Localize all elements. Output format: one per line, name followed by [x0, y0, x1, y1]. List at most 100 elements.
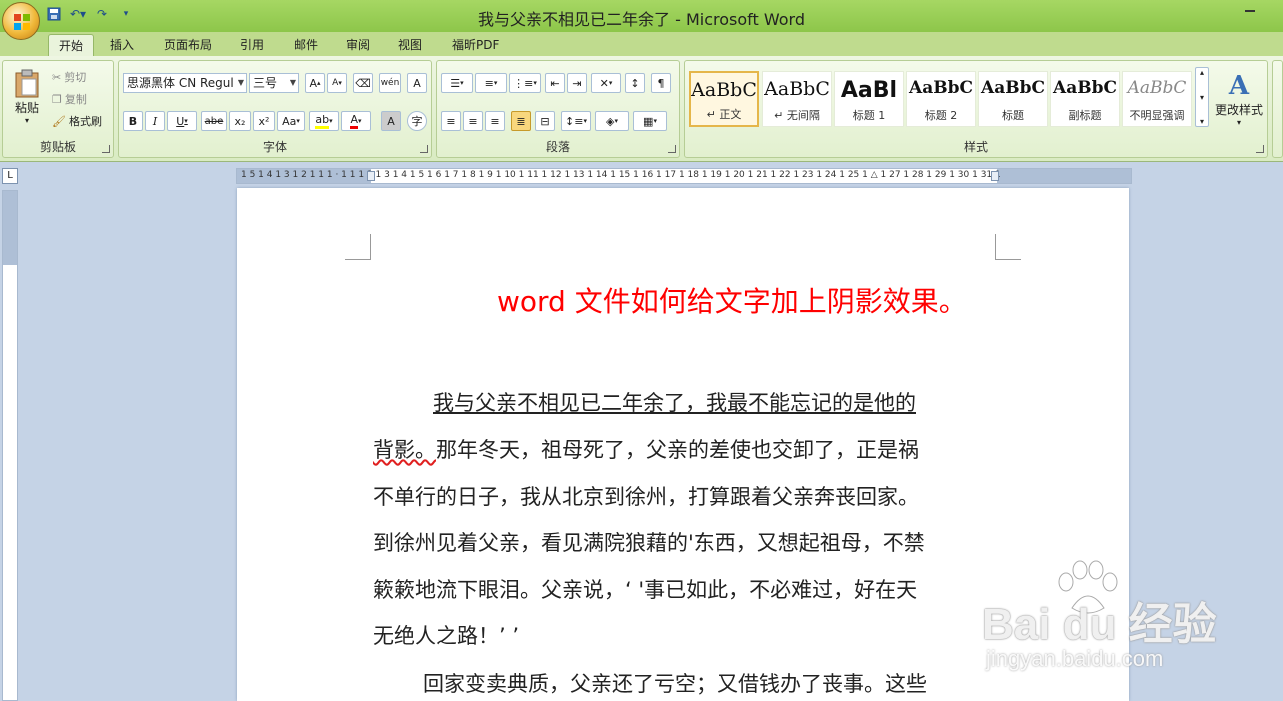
subscript-button[interactable]: x₂ [229, 111, 251, 131]
highlight-color-button[interactable]: ab ▾ [309, 111, 339, 131]
cut-label: 剪切 [64, 71, 87, 84]
style-heading-1[interactable]: AaBl 标题 1 [834, 71, 904, 127]
increase-indent-icon[interactable]: ⇥ [567, 73, 587, 93]
justify-icon[interactable]: ≣ [511, 111, 531, 131]
clear-format-icon[interactable]: ⌫ [353, 73, 373, 93]
title-bar: ↶▾ ↷ ▾ 我与父亲不相见已二年余了 - Microsoft Word [0, 0, 1283, 32]
style-no-spacing[interactable]: AaBbC ↵ 无间隔 [762, 71, 832, 127]
tab-selector[interactable]: L [2, 168, 18, 184]
font-name-combo[interactable]: 思源黑体 CN Regul ▼ [123, 73, 247, 93]
style-sample: AaBbC [909, 78, 973, 98]
style-label: 标题 [1002, 109, 1024, 122]
ruler-numbers: 1 5 1 4 1 3 1 2 1 1 1 · 1 1 1 2 1 3 1 4 … [241, 170, 1001, 180]
line-spacing-button[interactable]: ↕≡ ▾ [561, 111, 591, 131]
tab-foxit-pdf[interactable]: 福昕PDF [442, 34, 509, 56]
paste-button[interactable]: 粘贴 ▾ [7, 65, 47, 129]
change-styles-button[interactable]: A 更改样式 ▾ [1213, 65, 1265, 133]
clipboard-icon [15, 69, 39, 98]
change-case-button[interactable]: Aa ▾ [277, 111, 305, 131]
clipboard-group-label: 剪贴板 [39, 140, 76, 154]
align-right-icon[interactable]: ≡ [485, 111, 505, 131]
margin-corner-right [995, 234, 1021, 260]
underline-button[interactable]: U ▾ [167, 111, 197, 131]
shading-button[interactable]: ◈ ▾ [595, 111, 629, 131]
clipboard-launcher[interactable] [102, 145, 110, 153]
minimize-button[interactable] [1245, 10, 1255, 12]
format-painter-label: 格式刷 [68, 115, 102, 128]
sort-icon[interactable]: ↕ [625, 73, 645, 93]
char-shading-button[interactable]: A [381, 111, 401, 131]
spell-error-text: 背影。 [373, 438, 436, 462]
copy-label: 复制 [64, 93, 87, 106]
tab-review[interactable]: 审阅 [336, 34, 380, 56]
font-launcher[interactable] [420, 145, 428, 153]
format-painter-button[interactable]: 🖌 格式刷 [51, 111, 113, 131]
style-subtitle[interactable]: AaBbC 副标题 [1050, 71, 1120, 127]
style-label: ↵ 无间隔 [774, 109, 820, 122]
style-sample: AaBbC [1053, 78, 1117, 98]
multilevel-list-button[interactable]: ⋮≡ ▾ [509, 73, 541, 93]
cut-button[interactable]: ✂ 剪切 [51, 67, 111, 87]
chinese-layout-button[interactable]: ✕ ▾ [591, 73, 621, 93]
vertical-ruler[interactable] [2, 190, 18, 701]
grow-font-button[interactable]: A ▴ [305, 73, 325, 93]
numbering-button[interactable]: ≡ ▾ [475, 73, 507, 93]
horizontal-ruler[interactable]: 1 5 1 4 1 3 1 2 1 1 1 · 1 1 1 2 1 3 1 4 … [236, 168, 1132, 184]
style-normal[interactable]: AaBbC ↵ 正文 [689, 71, 759, 127]
paragraph-group-label: 段落 [545, 140, 570, 154]
align-center-icon[interactable]: ≡ [463, 111, 483, 131]
style-title[interactable]: AaBbC 标题 [978, 71, 1048, 127]
superscript-button[interactable]: x² [253, 111, 275, 131]
clipboard-group: 粘贴 ▾ ✂ 剪切 ❐ 复制 🖌 格式刷 剪贴板 [2, 60, 114, 158]
bold-button[interactable]: B [123, 111, 143, 131]
phonetic-guide-icon[interactable]: wén [379, 73, 401, 93]
styles-scroll[interactable]: ▴ ▾ ▾ [1195, 67, 1209, 127]
paragraph-line-2: 背影。那年冬天，祖母死了，父亲的差使也交卸了，正是祸 [373, 435, 993, 465]
style-subtle-emphasis[interactable]: AaBbC 不明显强调 [1122, 71, 1192, 127]
change-styles-label: 更改样式 [1214, 103, 1263, 117]
borders-button[interactable]: ▦ ▾ [633, 111, 667, 131]
show-marks-icon[interactable]: ¶ [651, 73, 671, 93]
ribbon-tabs: 开始 插入 页面布局 引用 邮件 审阅 视图 福昕PDF [0, 32, 1283, 56]
paragraph-line-6: 无绝人之路！’ ’ [373, 624, 520, 648]
paragraph-line-7: 回家变卖典质，父亲还了亏空；又借钱办了丧事。这些 [423, 672, 927, 696]
right-indent-marker[interactable] [991, 171, 999, 181]
tab-mailings[interactable]: 邮件 [284, 34, 328, 56]
paragraph-launcher[interactable] [668, 145, 676, 153]
ruler-margin-top [3, 191, 17, 265]
style-sample: AaBl [840, 78, 898, 103]
office-button[interactable] [2, 2, 40, 40]
strikethrough-button[interactable]: abe [201, 111, 227, 131]
tab-home[interactable]: 开始 [48, 34, 95, 56]
tab-references[interactable]: 引用 [230, 34, 274, 56]
chinese-layout-icon: ✕ [599, 76, 609, 90]
tab-insert[interactable]: 插入 [100, 34, 144, 56]
tab-view[interactable]: 视图 [388, 34, 432, 56]
style-label: 标题 2 [924, 109, 958, 122]
style-heading-2[interactable]: AaBbC 标题 2 [906, 71, 976, 127]
chevron-down-icon: ▼ [237, 78, 244, 87]
copy-button[interactable]: ❐ 复制 [51, 89, 111, 109]
decrease-indent-icon[interactable]: ⇤ [545, 73, 565, 93]
chevron-up-icon: ▴ [1199, 68, 1204, 77]
bullets-button[interactable]: ☰ ▾ [441, 73, 473, 93]
indent-marker[interactable] [367, 171, 375, 181]
brush-icon: 🖌 [52, 114, 66, 128]
line-spacing-icon: ↕≡ [565, 114, 584, 128]
italic-button[interactable]: I [145, 111, 165, 131]
distributed-icon[interactable]: ⊟ [535, 111, 555, 131]
enclose-char-button[interactable]: 字 [407, 111, 427, 131]
font-size-value: 三号 [253, 76, 278, 90]
border-icon: ▦ [643, 114, 654, 128]
font-size-combo[interactable]: 三号 ▼ [249, 73, 299, 93]
char-border-icon[interactable]: A [407, 73, 427, 93]
chevron-down-icon: ▼ [289, 78, 296, 87]
tab-page-layout[interactable]: 页面布局 [154, 34, 222, 56]
font-color-button[interactable]: A ▾ [341, 111, 371, 131]
align-left-icon[interactable]: ≡ [441, 111, 461, 131]
document-page[interactable]: word 文件如何给文字加上阴影效果。 我与父亲不相见已二年余了，我最不能忘记的… [237, 188, 1129, 701]
bullet-list-icon: ☰ [450, 76, 461, 90]
more-icon: ▾ [1199, 117, 1204, 126]
styles-launcher[interactable] [1256, 145, 1264, 153]
shrink-font-button[interactable]: A ▾ [327, 73, 347, 93]
